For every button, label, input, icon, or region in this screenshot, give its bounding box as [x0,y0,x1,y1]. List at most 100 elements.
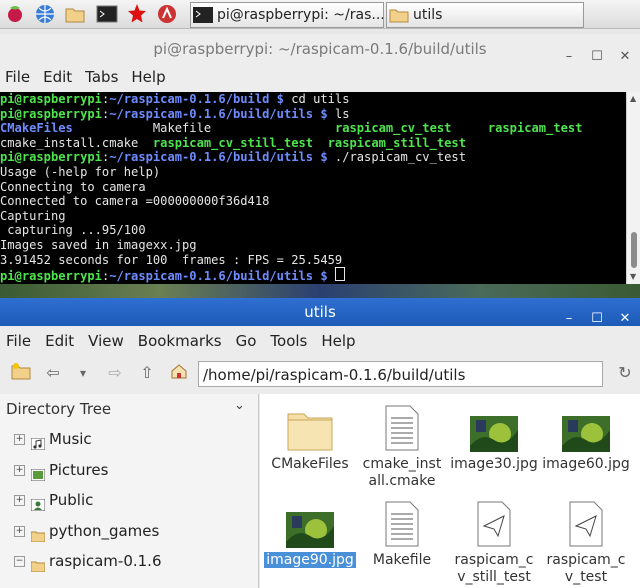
task-label: utils [413,7,443,23]
file-item[interactable]: image30.jpg [448,402,540,473]
file-view: CMakeFiles cmake_inst all.cmake image30.jpg… [260,394,640,588]
tree-item-label: raspicam-0.1.6 [49,552,162,570]
folder-icon [30,526,46,542]
terminal-text: Capturing [0,208,66,223]
mathematica-icon[interactable] [126,3,148,25]
taskbar: pi@raspberrypi: ~/ras... utils [0,0,640,29]
file-manager-window: utils – ☐ ✕ File Edit View Bookmarks Go Tools He… [0,298,640,588]
file-item-label: image60.jpg [540,456,632,473]
file-manager-icon[interactable] [64,3,86,25]
terminal-output[interactable]: pi@raspberrypi:~/raspicam-0.1.6/build $ … [0,92,626,284]
menu-go[interactable]: Go [236,332,257,350]
terminal-cursor [334,267,345,282]
scroll-down-icon[interactable]: ▼ [630,272,636,281]
file-name-line: v_still_test [457,569,531,585]
terminal-scrollbar[interactable]: ▲ ▼ [626,92,640,284]
file-item[interactable]: raspicam_c v_test [540,498,632,586]
terminal-text: Connected to camera =000000000f36d418 [0,194,270,209]
back-icon[interactable]: ⇦ [42,362,64,384]
expand-icon[interactable]: + [14,434,25,445]
directory-tree-header[interactable]: Directory Tree [6,400,111,418]
taskbar-utils-task[interactable]: utils [386,2,584,28]
terminal-text: ./raspicam_cv_test [327,150,466,165]
terminal-text: Images saved in imagexx.jpg [0,237,197,252]
maximize-icon[interactable]: ☐ [588,310,606,328]
terminal-line: pi@raspberrypi:~/raspicam-0.1.6/build/ut… [0,150,626,165]
new-tab-icon[interactable] [10,362,32,384]
menu-help[interactable]: Help [131,68,165,86]
home-icon[interactable] [168,362,190,384]
expand-icon[interactable]: + [14,495,25,506]
tree-item-label: Pictures [49,460,109,479]
terminal-icon[interactable] [96,3,118,25]
menu-tools[interactable]: Tools [270,332,307,350]
expand-icon[interactable]: + [14,525,25,537]
expand-icon[interactable]: + [14,464,25,476]
file-name-line: all.cmake [368,473,436,489]
window-title: utils [304,303,336,321]
tree-item[interactable]: + Public [14,489,94,512]
terminal-text: ~/raspicam-0.1.6/build/utils $ [109,150,328,165]
chevron-down-icon[interactable]: ⌄ [234,398,245,413]
file-name-line: raspicam_c [454,552,534,568]
file-name-line: image60.jpg [542,456,630,472]
location-bar[interactable]: /home/pi/raspicam-0.1.6/build/utils [198,361,603,387]
task-label: pi@raspberrypi: ~/ras... [217,7,384,23]
terminal-menubar: File Edit Tabs Help [0,64,640,90]
taskbar-terminal-task[interactable]: pi@raspberrypi: ~/ras... [190,2,384,28]
image-file-icon [264,498,356,548]
terminal-line: Connecting to camera [0,180,626,195]
file-name-line: raspicam_c [546,552,626,568]
menu-tabs[interactable]: Tabs [85,68,118,86]
file-item-label: image30.jpg [448,456,540,473]
collapse-icon[interactable]: − [14,556,25,567]
tree-item[interactable]: + Music [14,428,92,451]
terminal-text: raspicam_cv_test [334,121,452,136]
file-item[interactable]: image60.jpg [540,402,632,473]
forward-icon[interactable]: ⇨ [104,362,126,384]
file-item[interactable]: raspicam_c v_still_test [448,498,540,586]
back-history-chevron-icon[interactable]: ▾ [72,362,94,384]
close-icon[interactable]: ✕ [616,310,634,328]
file-item[interactable]: Makefile [356,498,448,569]
terminal-text: ~/raspicam-0.1.6/build/utils $ [109,106,328,121]
terminal-text: 3.91452 seconds for 100 frames : FPS = 2… [0,252,343,267]
terminal-text: pi@raspberrypi [0,92,102,106]
tree-item[interactable]: + python_games [14,520,159,542]
terminal-text: cd utils [283,92,350,106]
file-item-label: cmake_inst all.cmake [356,456,448,490]
menu-edit[interactable]: Edit [45,332,74,350]
menu-view[interactable]: View [88,332,124,350]
menu-edit[interactable]: Edit [43,68,72,86]
up-folder-icon[interactable]: ⇧ [136,362,158,384]
menu-help[interactable]: Help [321,332,355,350]
menu-bookmarks[interactable]: Bookmarks [138,332,222,350]
wolfram-icon[interactable] [156,3,178,25]
terminal-text: raspicam_test [487,121,583,136]
terminal-titlebar: pi@raspberrypi: ~/raspicam-0.1.6/build/u… [0,34,640,64]
go-icon[interactable]: ↻ [614,362,636,384]
executable-file-icon [540,498,632,548]
scroll-up-icon[interactable]: ▲ [630,94,636,103]
raspberry-menu-icon[interactable] [4,3,26,25]
tree-item[interactable]: + Pictures [14,459,108,481]
scrollbar-thumb[interactable] [631,232,637,268]
web-browser-icon[interactable] [34,3,56,25]
menu-file[interactable]: File [5,68,30,86]
file-name-line: image30.jpg [450,456,538,472]
terminal-line: Images saved in imagexx.jpg [0,238,626,253]
tree-item[interactable]: − raspicam-0.1.6 [14,550,162,573]
tree-item-label: Public [49,491,94,509]
file-item[interactable]: CMakeFiles [264,402,356,473]
terminal-text: ~/raspicam-0.1.6/build $ [109,92,284,106]
minimize-icon[interactable]: – [560,310,578,328]
file-name-line: cmake_inst [362,456,442,472]
menu-file[interactable]: File [6,332,31,350]
terminal-text: pi@raspberrypi [0,150,102,165]
file-item[interactable]: image90.jpg [264,498,356,569]
file-item[interactable]: cmake_inst all.cmake [356,402,448,490]
tree-item-label: Music [49,430,92,448]
terminal-text: cmake_install.cmake [0,135,153,150]
